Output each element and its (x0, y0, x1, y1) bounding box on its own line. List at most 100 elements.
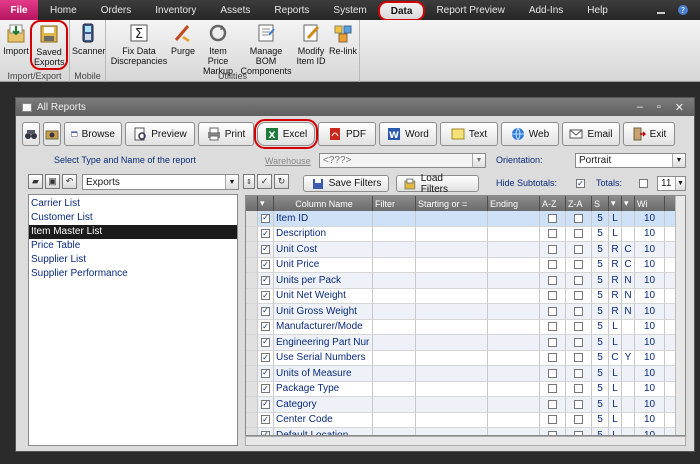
row-selector[interactable] (246, 366, 258, 381)
starting-cell[interactable] (416, 412, 488, 427)
header-ending[interactable]: Ending (488, 196, 540, 211)
width-cell[interactable]: 10 (635, 397, 665, 412)
az-checkbox[interactable] (548, 368, 557, 378)
relink-button[interactable]: Re-link (328, 22, 358, 56)
ending-cell[interactable] (488, 211, 540, 226)
column-name-cell[interactable]: Default Location (274, 428, 373, 435)
starting-cell[interactable] (416, 350, 488, 365)
starting-cell[interactable] (416, 288, 488, 303)
s-cell[interactable]: 5 (592, 257, 609, 272)
align-cell[interactable]: R (609, 288, 622, 303)
table-row[interactable]: ✓ Unit Gross Weight 5 R N 10 (246, 304, 685, 320)
filter-cell[interactable] (373, 273, 416, 288)
format-cell[interactable] (622, 412, 635, 427)
format-cell[interactable] (622, 211, 635, 226)
width-cell[interactable]: 10 (635, 288, 665, 303)
ending-cell[interactable] (488, 304, 540, 319)
za-checkbox[interactable] (574, 244, 583, 254)
row-selector[interactable] (246, 242, 258, 257)
width-cell[interactable]: 10 (635, 319, 665, 334)
align-cell[interactable]: L (609, 366, 622, 381)
az-checkbox[interactable] (548, 399, 557, 409)
tab-report-preview[interactable]: Report Preview (424, 0, 516, 20)
fix-data-discrepancies-button[interactable]: Σ Fix Data Discrepancies (110, 22, 168, 66)
web-button[interactable]: Web (501, 122, 559, 146)
table-row[interactable]: ✓ Unit Cost 5 R C 10 (246, 242, 685, 258)
orientation-select[interactable]: Portrait ▼ (575, 153, 686, 168)
header-align[interactable]: ▾ (609, 196, 622, 211)
row-selector[interactable] (246, 257, 258, 272)
format-cell[interactable]: Y (622, 350, 635, 365)
ending-cell[interactable] (488, 397, 540, 412)
row-selector[interactable] (246, 211, 258, 226)
tab-data[interactable]: Data (377, 1, 426, 21)
report-item-item-master-list[interactable]: Item Master List (29, 225, 237, 239)
width-cell[interactable]: 10 (635, 335, 665, 350)
ending-cell[interactable] (488, 428, 540, 435)
row-selector[interactable] (246, 428, 258, 435)
help-icon[interactable]: ? (676, 4, 690, 16)
format-cell[interactable] (622, 366, 635, 381)
s-cell[interactable]: 5 (592, 304, 609, 319)
s-cell[interactable]: 5 (592, 211, 609, 226)
column-name-cell[interactable]: Unit Gross Weight (274, 304, 373, 319)
table-row[interactable]: ✓ Unit Price 5 R C 10 (246, 257, 685, 273)
table-row[interactable]: ✓ Description 5 L 10 (246, 226, 685, 242)
filter-cell[interactable] (373, 397, 416, 412)
align-cell[interactable]: R (609, 242, 622, 257)
ending-cell[interactable] (488, 288, 540, 303)
table-row[interactable]: ✓ Unit Net Weight 5 R N 10 (246, 288, 685, 304)
starting-cell[interactable] (416, 257, 488, 272)
include-checkbox[interactable]: ✓ (261, 213, 270, 223)
report-item-price-table[interactable]: Price Table (29, 239, 237, 253)
browse-button[interactable]: Browse (64, 122, 122, 146)
column-name-cell[interactable]: Center Code (274, 412, 373, 427)
include-checkbox[interactable]: ✓ (261, 229, 270, 239)
za-checkbox[interactable] (574, 368, 583, 378)
table-row[interactable]: ✓ Item ID 5 L 10 (246, 211, 685, 227)
az-checkbox[interactable] (548, 415, 557, 425)
za-checkbox[interactable] (574, 337, 583, 347)
include-checkbox[interactable]: ✓ (261, 275, 270, 285)
format-cell[interactable] (622, 397, 635, 412)
align-cell[interactable]: L (609, 412, 622, 427)
align-cell[interactable]: L (609, 226, 622, 241)
align-cell[interactable]: L (609, 211, 622, 226)
tab-reports[interactable]: Reports (262, 0, 321, 20)
column-name-cell[interactable]: Item ID (274, 211, 373, 226)
header-s[interactable]: S (592, 196, 609, 211)
include-checkbox[interactable]: ✓ (261, 244, 270, 254)
table-row[interactable]: ✓ Engineering Part Nur 5 L 10 (246, 335, 685, 351)
width-cell[interactable]: 10 (635, 350, 665, 365)
az-checkbox[interactable] (548, 322, 557, 332)
starting-cell[interactable] (416, 397, 488, 412)
az-checkbox[interactable] (548, 306, 557, 316)
table-row[interactable]: ✓ Default Location 5 L 10 (246, 428, 685, 435)
starting-cell[interactable] (416, 366, 488, 381)
s-cell[interactable]: 5 (592, 288, 609, 303)
align-cell[interactable]: L (609, 319, 622, 334)
scanner-button[interactable]: Scanner (72, 22, 106, 56)
open-folder-button[interactable]: ▰ (28, 174, 43, 189)
row-selector[interactable] (246, 273, 258, 288)
move-up-down-button[interactable]: ⇕ (243, 174, 255, 189)
filter-cell[interactable] (373, 257, 416, 272)
starting-cell[interactable] (416, 273, 488, 288)
load-filters-button[interactable]: Load Filters (396, 173, 479, 195)
table-row[interactable]: ✓ Center Code 5 L 10 (246, 412, 685, 428)
column-name-cell[interactable]: Use Serial Numbers (274, 350, 373, 365)
row-selector[interactable] (246, 319, 258, 334)
table-row[interactable]: ✓ Units per Pack 5 R N 10 (246, 273, 685, 289)
align-cell[interactable]: L (609, 381, 622, 396)
row-selector[interactable] (246, 226, 258, 241)
filter-cell[interactable] (373, 226, 416, 241)
za-checkbox[interactable] (574, 306, 583, 316)
include-checkbox[interactable]: ✓ (261, 337, 270, 347)
window-minimize-icon[interactable]: – (637, 101, 643, 114)
binoculars-button[interactable] (22, 122, 40, 146)
row-selector[interactable] (246, 397, 258, 412)
modify-item-id-button[interactable]: Modify Item ID (294, 22, 328, 66)
align-cell[interactable]: R (609, 257, 622, 272)
window-maximize-icon[interactable]: ▫ (657, 101, 661, 114)
include-checkbox[interactable]: ✓ (261, 306, 270, 316)
